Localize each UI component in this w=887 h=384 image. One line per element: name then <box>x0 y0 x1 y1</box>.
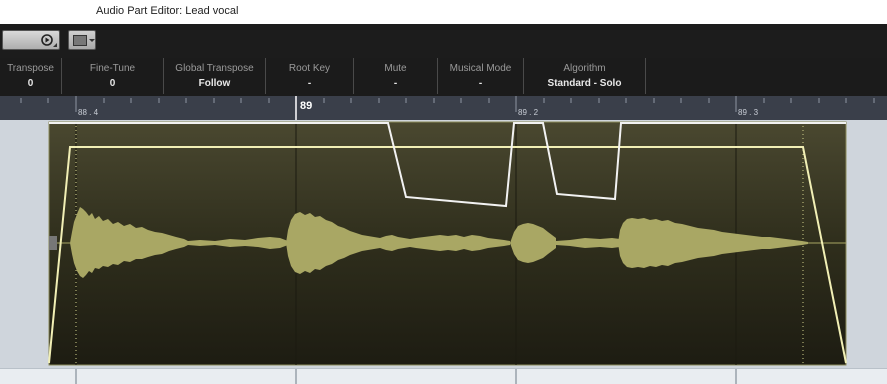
ruler-marker-label: 89 . 3 <box>738 108 759 117</box>
ruler-ticks: 88 . 4 89 89 . 2 89 . 3 <box>0 96 887 120</box>
dropdown-corner-icon <box>53 43 57 47</box>
play-icon <box>41 34 53 46</box>
window-title: Audio Part Editor: Lead vocal <box>96 5 239 17</box>
bottom-gridlines <box>75 369 737 384</box>
field-label: Algorithm <box>563 63 606 74</box>
toolbar <box>0 24 887 59</box>
timeline-ruler[interactable]: 88 . 4 89 89 . 2 89 . 3 <box>0 96 887 120</box>
field-label: Global Transpose <box>175 63 254 74</box>
field-musical-mode[interactable]: Musical Mode - <box>438 58 524 94</box>
audio-event-svg <box>0 120 887 370</box>
field-fine-tune[interactable]: Fine-Tune 0 <box>62 58 164 94</box>
field-label: Fine-Tune <box>89 63 136 74</box>
title-bar: Audio Part Editor: Lead vocal <box>0 0 887 24</box>
field-value[interactable]: - <box>438 78 523 89</box>
field-transpose[interactable]: Transpose 0 <box>0 58 62 94</box>
field-algorithm[interactable]: Algorithm Standard - Solo <box>524 58 646 94</box>
field-global-transpose[interactable]: Global Transpose Follow <box>164 58 266 94</box>
event-display[interactable] <box>0 120 887 370</box>
field-value[interactable]: Standard - Solo <box>524 78 645 89</box>
audition-play-button[interactable] <box>2 30 60 50</box>
bottom-strip <box>0 368 887 384</box>
field-value[interactable]: 0 <box>0 78 61 89</box>
field-root-key[interactable]: Root Key - <box>266 58 354 94</box>
view-toggle-button[interactable] <box>68 30 96 50</box>
field-value[interactable]: Follow <box>164 78 265 89</box>
info-line: Transpose 0 Fine-Tune 0 Global Transpose… <box>0 58 887 97</box>
field-value[interactable]: - <box>354 78 437 89</box>
field-label: Transpose <box>7 63 54 74</box>
field-label: Musical Mode <box>449 63 512 74</box>
field-value[interactable]: 0 <box>62 78 163 89</box>
envelope-handle[interactable] <box>49 236 57 250</box>
field-mute[interactable]: Mute - <box>354 58 438 94</box>
ruler-marker-label: 88 . 4 <box>78 108 99 117</box>
field-label: Mute <box>384 63 407 74</box>
ruler-marker-label: 89 . 2 <box>518 108 539 117</box>
field-label: Root Key <box>288 63 331 74</box>
ruler-bar-label: 89 <box>300 100 312 112</box>
frame-icon <box>73 35 87 46</box>
chevron-down-icon <box>89 39 95 42</box>
field-value[interactable]: - <box>266 78 353 89</box>
